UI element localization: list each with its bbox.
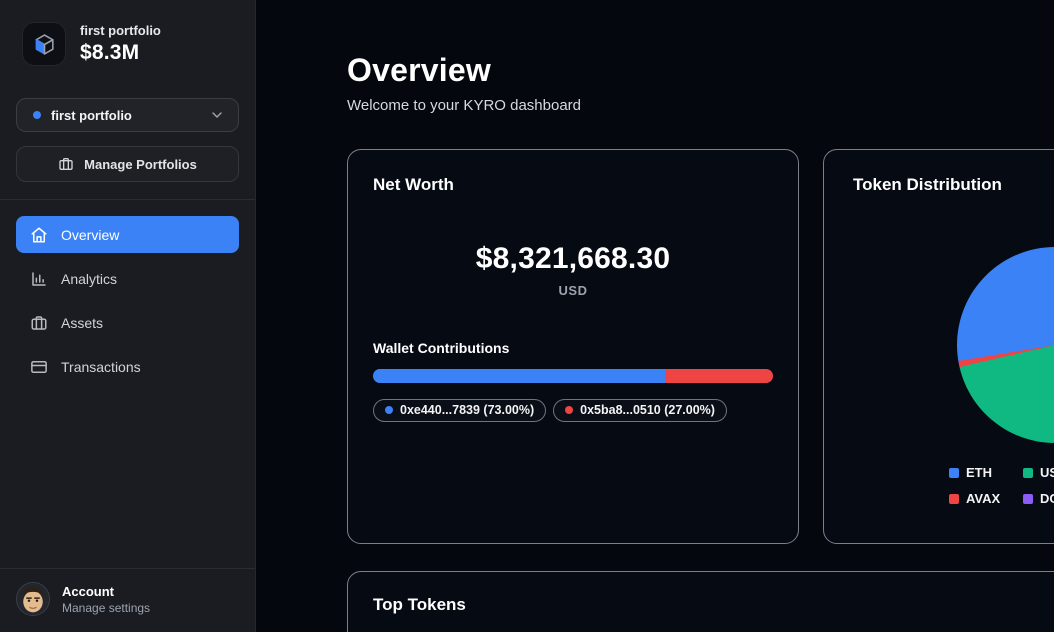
wallet-badge: 0x5ba8...0510 (27.00%) — [553, 399, 727, 422]
legend-label: USDC — [1040, 465, 1054, 480]
net-worth-currency: USD — [373, 283, 773, 298]
token-distribution-pie — [957, 247, 1054, 443]
legend-label: DOT — [1040, 491, 1054, 506]
sidebar-item-overview[interactable]: Overview — [16, 216, 239, 253]
home-icon — [30, 226, 48, 244]
net-worth-title: Net Worth — [373, 175, 773, 195]
legend-label: AVAX — [966, 491, 1000, 506]
manage-portfolios-label: Manage Portfolios — [84, 157, 197, 172]
legend-item-usdc: USDC — [1023, 465, 1054, 480]
portfolio-name: first portfolio — [80, 23, 161, 38]
net-worth-value: $8,321,668.30 — [373, 242, 773, 276]
portfolio-controls: first portfolio Manage Portfolios — [0, 98, 255, 182]
nav-label: Assets — [61, 315, 103, 331]
account-subtitle: Manage settings — [62, 601, 150, 615]
legend-swatch — [1023, 494, 1033, 504]
nav-label: Overview — [61, 227, 119, 243]
bar-segment — [373, 369, 665, 383]
wallet-dot — [565, 406, 573, 414]
sidebar: first portfolio $8.3M first portfolio Ma… — [0, 0, 256, 632]
wallet-contribution-bar — [373, 369, 773, 383]
main-content: Overview Welcome to your KYRO dashboard … — [256, 0, 1054, 632]
wallet-contributions-label: Wallet Contributions — [373, 340, 773, 356]
bar-segment — [665, 369, 773, 383]
bar-chart-icon — [30, 270, 48, 288]
nav-label: Transactions — [61, 359, 141, 375]
wallet-badge: 0xe440...7839 (73.00%) — [373, 399, 546, 422]
cube-logo-icon — [31, 31, 58, 58]
page-subtitle: Welcome to your KYRO dashboard — [347, 96, 1054, 116]
app-logo — [22, 22, 66, 66]
nav-label: Analytics — [61, 271, 117, 287]
portfolio-selector[interactable]: first portfolio — [16, 98, 239, 132]
account-button[interactable]: Account Manage settings — [0, 569, 255, 632]
portfolio-brand: first portfolio $8.3M — [0, 0, 255, 66]
manage-portfolios-button[interactable]: Manage Portfolios — [16, 146, 239, 182]
pie-legend: ETH USDC AVAX DOT — [949, 465, 1054, 506]
overview-cards-row: Net Worth $8,321,668.30 USD Wallet Contr… — [347, 149, 1054, 544]
briefcase-icon — [30, 314, 48, 332]
sidebar-item-analytics[interactable]: Analytics — [16, 260, 239, 297]
legend-item-avax: AVAX — [949, 491, 1023, 506]
wallet-dot — [385, 406, 393, 414]
legend-item-dot: DOT — [1023, 491, 1054, 506]
page-title: Overview — [347, 52, 1054, 88]
sidebar-item-assets[interactable]: Assets — [16, 304, 239, 341]
sidebar-item-transactions[interactable]: Transactions — [16, 348, 239, 385]
account-title: Account — [62, 584, 150, 599]
legend-swatch — [949, 494, 959, 504]
portfolio-dot — [33, 111, 41, 119]
portfolio-total-value: $8.3M — [80, 41, 161, 65]
legend-swatch — [1023, 468, 1033, 478]
sidebar-nav: Overview Analytics Assets Transactions — [0, 200, 255, 568]
account-avatar — [16, 582, 50, 616]
credit-card-icon — [30, 358, 48, 376]
top-tokens-card: Top Tokens — [347, 571, 1054, 632]
wallet-pills: 0xe440...7839 (73.00%) 0x5ba8...0510 (27… — [373, 399, 773, 422]
briefcase-icon — [58, 156, 74, 172]
token-distribution-card: Token Distribution ETH USDC AVAX DOT — [823, 149, 1054, 544]
portfolio-selector-label: first portfolio — [51, 108, 132, 123]
chevron-down-icon — [209, 107, 225, 123]
token-distribution-title: Token Distribution — [853, 175, 1054, 195]
net-worth-card: Net Worth $8,321,668.30 USD Wallet Contr… — [347, 149, 799, 544]
wallet-badge-label: 0xe440...7839 (73.00%) — [400, 403, 534, 417]
legend-item-eth: ETH — [949, 465, 1023, 480]
top-tokens-title: Top Tokens — [373, 595, 1054, 615]
legend-label: ETH — [966, 465, 992, 480]
wallet-badge-label: 0x5ba8...0510 (27.00%) — [580, 403, 715, 417]
legend-swatch — [949, 468, 959, 478]
